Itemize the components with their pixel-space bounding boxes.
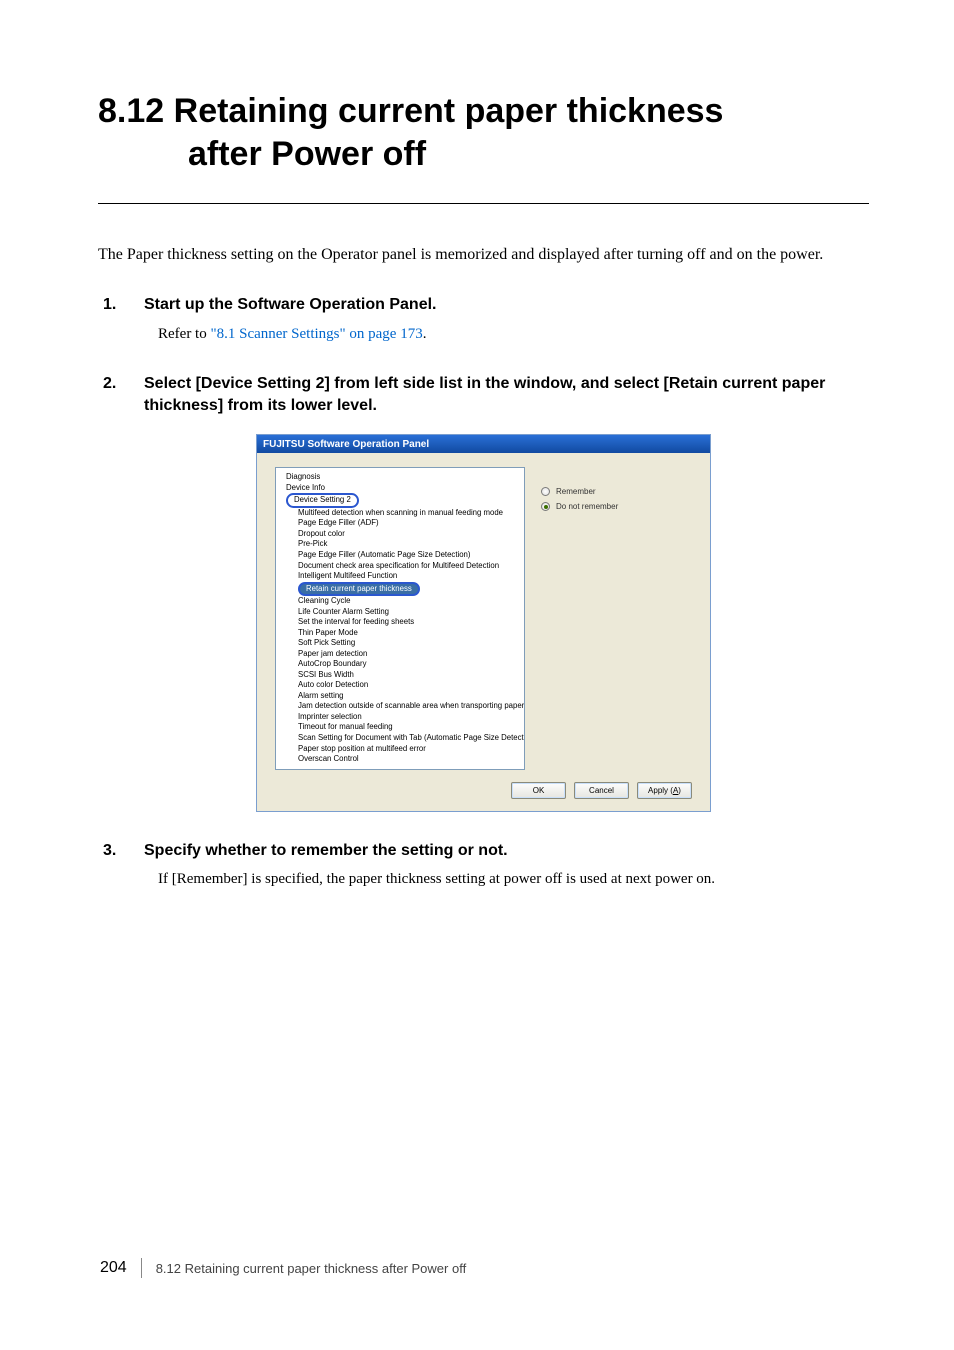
tree-item[interactable]: Timeout for manual feeding: [280, 722, 520, 733]
tree-item[interactable]: Pre-Pick: [280, 539, 520, 550]
horizontal-rule: [98, 203, 869, 204]
step-1: 1. Start up the Software Operation Panel…: [98, 294, 869, 345]
tree-item[interactable]: Diagnosis: [280, 472, 520, 483]
tree-item[interactable]: Overscan Control: [280, 754, 520, 765]
tree-item[interactable]: SCSI Bus Width: [280, 670, 520, 681]
step-number: 3.: [98, 840, 144, 862]
tree-item[interactable]: Thin Paper Mode: [280, 628, 520, 639]
apply-button[interactable]: Apply (A): [637, 782, 692, 799]
section-title-line2: after Power off: [98, 135, 426, 173]
dialog-title: FUJITSU Software Operation Panel: [263, 439, 429, 450]
tree-item[interactable]: Auto color Detection: [280, 680, 520, 691]
tree-item[interactable]: Alarm setting: [280, 691, 520, 702]
settings-tree[interactable]: Diagnosis Device Info Device Setting 2 M…: [275, 467, 525, 769]
tree-item[interactable]: Page Edge Filler (ADF): [280, 518, 520, 529]
tree-item[interactable]: Device Info: [280, 483, 520, 494]
button-label: OK: [533, 786, 545, 795]
step-label: Start up the Software Operation Panel.: [144, 294, 869, 316]
tree-item[interactable]: Scan Setting for Document with Tab (Auto…: [280, 733, 520, 744]
tree-item[interactable]: Multifeed detection when scanning in man…: [280, 508, 520, 519]
step-3: 3. Specify whether to remember the setti…: [98, 840, 869, 891]
page-number: 204: [100, 1259, 127, 1277]
step-body: If [Remember] is specified, the paper th…: [158, 869, 869, 890]
page-footer: 204 8.12 Retaining current paper thickne…: [100, 1258, 466, 1278]
ok-button[interactable]: OK: [511, 782, 566, 799]
section-title-line1: Retaining current paper thickness: [174, 92, 724, 130]
button-label-prefix: Apply (: [648, 786, 673, 795]
options-pane: Remember Do not remember: [541, 467, 692, 769]
tree-item[interactable]: Paper stop position at multifeed error: [280, 744, 520, 755]
cross-ref-link[interactable]: "8.1 Scanner Settings" on page 173: [210, 326, 422, 342]
tree-item[interactable]: Life Counter Alarm Setting: [280, 607, 520, 618]
tree-item[interactable]: AutoCrop Boundary: [280, 659, 520, 670]
tree-item[interactable]: Cleaning Cycle: [280, 596, 520, 607]
radio-icon: [541, 502, 550, 511]
button-label-suffix: ): [678, 786, 681, 795]
tree-item[interactable]: Paper jam detection: [280, 649, 520, 660]
software-operation-panel-dialog: FUJITSU Software Operation Panel Diagnos…: [256, 434, 711, 811]
tree-item[interactable]: Set the interval for feeding sheets: [280, 617, 520, 628]
step-number: 1.: [98, 294, 144, 316]
step-label: Specify whether to remember the setting …: [144, 840, 869, 862]
tree-item-device-setting-2[interactable]: Device Setting 2: [280, 493, 520, 508]
radio-remember[interactable]: Remember: [541, 487, 692, 496]
tree-item[interactable]: Intelligent Multifeed Function: [280, 571, 520, 582]
tree-item[interactable]: Document check area specification for Mu…: [280, 561, 520, 572]
tree-pill: Device Setting 2: [286, 493, 359, 508]
step-body-suffix: .: [423, 326, 427, 342]
tree-item[interactable]: Jam detection outside of scannable area …: [280, 701, 520, 712]
tree-pill-selected: Retain current paper thickness: [298, 582, 420, 597]
footer-separator: [141, 1258, 142, 1278]
radio-label: Remember: [556, 487, 596, 496]
step-body-prefix: Refer to: [158, 326, 210, 342]
dialog-titlebar: FUJITSU Software Operation Panel: [257, 435, 710, 453]
section-heading: 8.12 Retaining current paper thickness a…: [98, 90, 869, 175]
radio-do-not-remember[interactable]: Do not remember: [541, 502, 692, 511]
tree-item[interactable]: Page Edge Filler (Automatic Page Size De…: [280, 550, 520, 561]
tree-item[interactable]: Dropout color: [280, 529, 520, 540]
step-2: 2. Select [Device Setting 2] from left s…: [98, 373, 869, 812]
tree-item-retain-current-paper-thickness[interactable]: Retain current paper thickness: [280, 582, 520, 597]
radio-icon: [541, 487, 550, 496]
intro-paragraph: The Paper thickness setting on the Opera…: [98, 244, 869, 266]
step-number: 2.: [98, 373, 144, 395]
tree-item[interactable]: Imprinter selection: [280, 712, 520, 723]
footer-text: 8.12 Retaining current paper thickness a…: [156, 1261, 467, 1276]
section-number: 8.12: [98, 92, 164, 130]
cancel-button[interactable]: Cancel: [574, 782, 629, 799]
radio-label: Do not remember: [556, 502, 618, 511]
tree-item[interactable]: Soft Pick Setting: [280, 638, 520, 649]
step-label: Select [Device Setting 2] from left side…: [144, 373, 869, 416]
button-label: Cancel: [589, 786, 614, 795]
